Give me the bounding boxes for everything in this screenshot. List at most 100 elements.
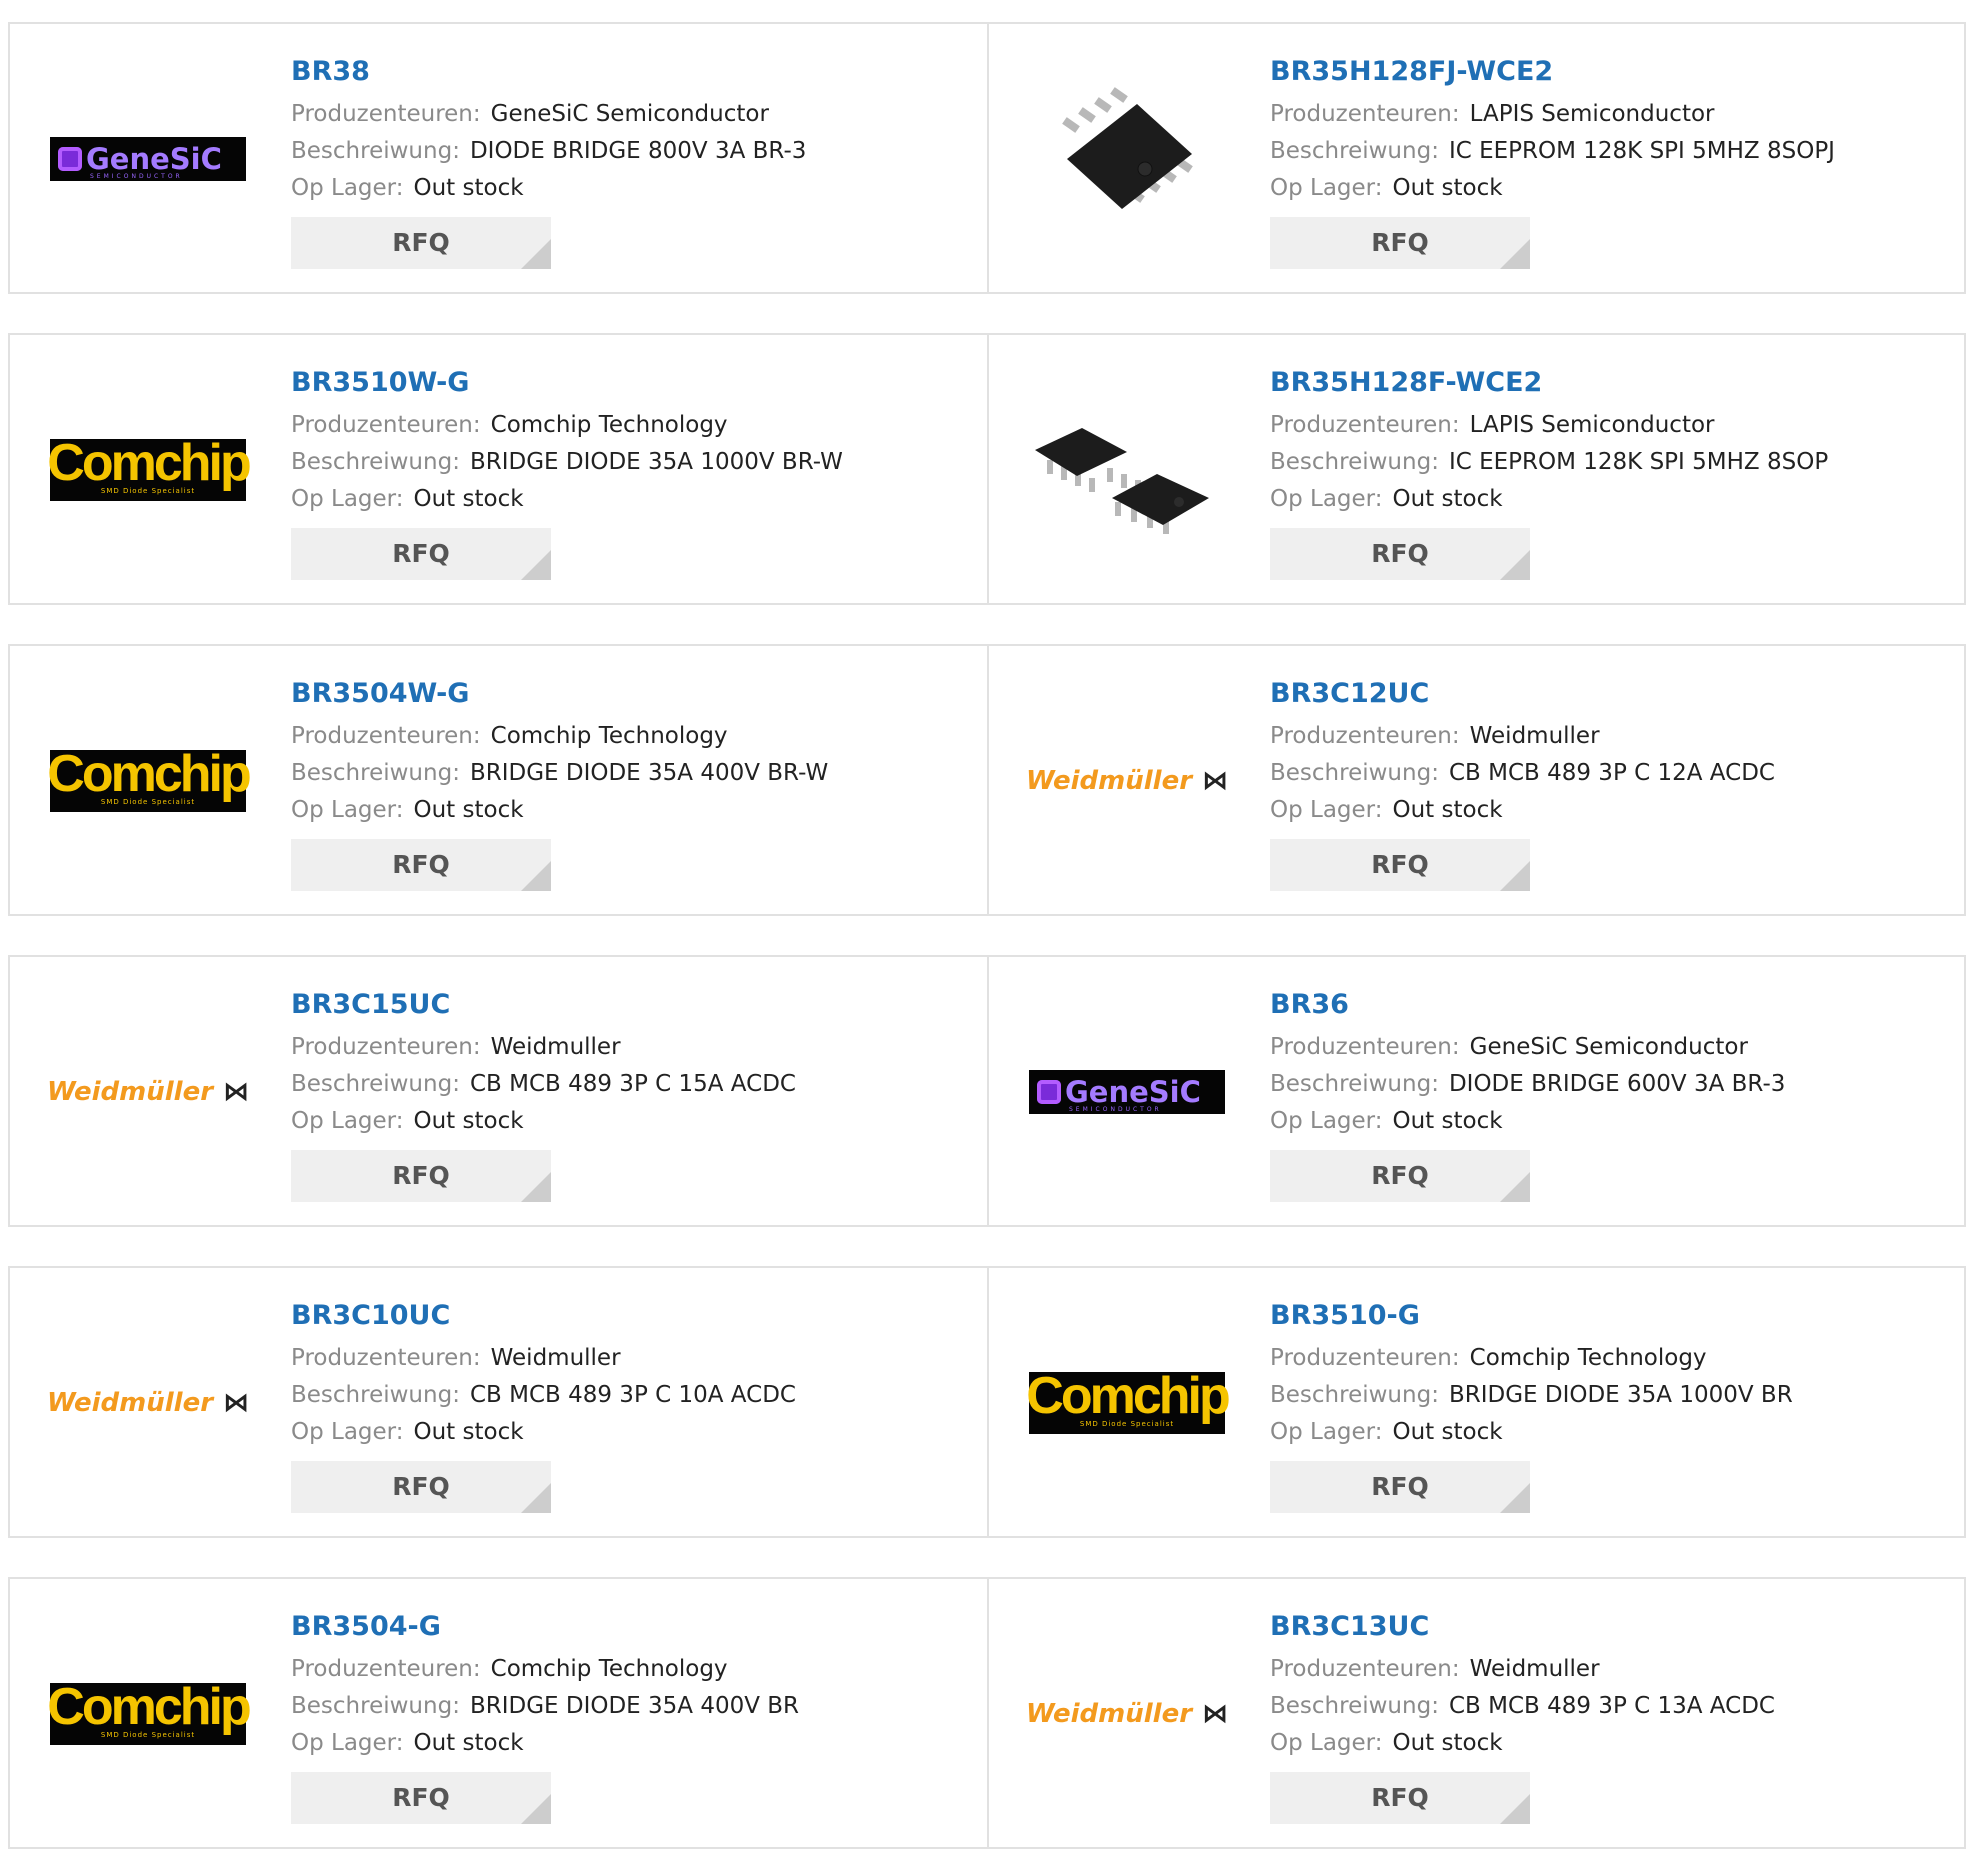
stock-value: Out stock (413, 797, 524, 823)
rfq-button[interactable]: RFQ (291, 1461, 551, 1513)
manufacturer-label: Produzenteuren: (1270, 723, 1460, 749)
rfq-corner-decoration (521, 1483, 551, 1513)
part-number-link[interactable]: BR35H128F-WCE2 (1270, 363, 1828, 403)
manufacturer-label: Produzenteuren: (291, 723, 481, 749)
manufacturer-logo[interactable]: Weidmüller ⋈ (1025, 1609, 1228, 1819)
rfq-label: RFQ (1371, 539, 1429, 568)
manufacturer-line: Produzenteuren: Weidmuller (1270, 718, 1775, 755)
stock-label: Op Lager: (291, 486, 404, 512)
product-card: Weidmüller ⋈ BR3C15UC Produzenteuren: Weid… (10, 957, 989, 1225)
rfq-corner-decoration (521, 550, 551, 580)
manufacturer-label: Produzenteuren: (1270, 1656, 1460, 1682)
rfq-button[interactable]: RFQ (1270, 528, 1530, 580)
comchip-logo-subtext: SMD Diode Specialist (1079, 1420, 1175, 1428)
rfq-label: RFQ (1371, 1472, 1429, 1501)
description-line: Beschreiwung: DIODE BRIDGE 800V 3A BR-3 (291, 133, 806, 170)
description-value: CB MCB 489 3P C 12A ACDC (1448, 760, 1775, 786)
part-number-link[interactable]: BR3C12UC (1270, 674, 1775, 714)
manufacturer-line: Produzenteuren: Comchip Technology (291, 1651, 799, 1688)
description-line: Beschreiwung: BRIDGE DIODE 35A 1000V BR (1270, 1377, 1793, 1414)
weidmuller-logo-text: Weidmüller (1025, 1699, 1193, 1729)
manufacturer-line: Produzenteuren: LAPIS Semiconductor (1270, 96, 1835, 133)
part-number-link[interactable]: BR3510W-G (291, 363, 843, 403)
manufacturer-logo[interactable]: GeneSiC SEMICONDUCTOR (1027, 987, 1227, 1197)
part-number-link[interactable]: BR3C15UC (291, 985, 796, 1025)
manufacturer-logo[interactable]: Weidmüller ⋈ (47, 1298, 249, 1508)
comchip-logo-text: Comchip (47, 434, 251, 492)
rfq-corner-decoration (521, 1172, 551, 1202)
ic-package-image (1027, 370, 1227, 570)
product-row: Weidmüller ⋈ BR3C10UC Produzenteuren: Weid… (8, 1266, 1966, 1538)
rfq-button[interactable]: RFQ (291, 528, 551, 580)
manufacturer-logo[interactable]: Weidmüller ⋈ (47, 987, 249, 1197)
stock-value: Out stock (1392, 1419, 1503, 1445)
part-number-link[interactable]: BR3C10UC (291, 1296, 796, 1336)
part-number-link[interactable]: BR3C13UC (1270, 1607, 1775, 1647)
part-number-link[interactable]: BR36 (1270, 985, 1785, 1025)
product-card: Weidmüller ⋈ BR3C10UC Produzenteuren: Weid… (10, 1268, 989, 1536)
comchip-logo-text: Comchip (47, 1678, 251, 1736)
product-card: Comchip SMD Diode Specialist BR3510-G Pro… (989, 1268, 1968, 1536)
manufacturer-logo[interactable]: Comchip SMD Diode Specialist (1026, 1298, 1231, 1508)
stock-label: Op Lager: (291, 1730, 404, 1756)
manufacturer-logo[interactable]: GeneSiC SEMICONDUCTOR (48, 54, 248, 264)
part-number-link[interactable]: BR38 (291, 52, 806, 92)
rfq-button[interactable]: RFQ (1270, 839, 1530, 891)
description-line: Beschreiwung: IC EEPROM 128K SPI 5MHZ 8SO… (1270, 133, 1835, 170)
manufacturer-value: Weidmuller (1469, 723, 1600, 749)
description-line: Beschreiwung: CB MCB 489 3P C 12A ACDC (1270, 755, 1775, 792)
manufacturer-logo[interactable]: Comchip SMD Diode Specialist (47, 1609, 252, 1819)
rfq-button[interactable]: RFQ (291, 839, 551, 891)
part-number-link[interactable]: BR35H128FJ-WCE2 (1270, 52, 1835, 92)
manufacturer-value: Weidmuller (490, 1345, 621, 1371)
stock-value: Out stock (1392, 486, 1503, 512)
part-number-link[interactable]: BR3504W-G (291, 674, 828, 714)
rfq-button[interactable]: RFQ (1270, 1461, 1530, 1513)
manufacturer-logo[interactable]: Comchip SMD Diode Specialist (47, 676, 252, 886)
product-info: BR3C15UC Produzenteuren: Weidmuller Besch… (291, 985, 796, 1202)
comchip-logo-subtext: SMD Diode Specialist (100, 487, 196, 495)
manufacturer-logo[interactable]: Weidmüller ⋈ (1026, 676, 1229, 886)
manufacturer-value: LAPIS Semiconductor (1469, 101, 1715, 127)
stock-line: Op Lager: Out stock (1270, 170, 1835, 207)
genesic-hex-icon (1037, 1080, 1061, 1104)
rfq-button[interactable]: RFQ (1270, 1772, 1530, 1824)
weidmuller-mark-icon: ⋈ (1202, 766, 1229, 796)
stock-label: Op Lager: (291, 797, 404, 823)
manufacturer-logo[interactable] (1027, 54, 1227, 264)
manufacturer-line: Produzenteuren: Weidmuller (291, 1340, 796, 1377)
product-list: GeneSiC SEMICONDUCTOR BR38 Produzenteuren… (0, 0, 1969, 1849)
manufacturer-value: Weidmuller (490, 1034, 621, 1060)
rfq-button[interactable]: RFQ (1270, 1150, 1530, 1202)
rfq-corner-decoration (521, 861, 551, 891)
description-value: IC EEPROM 128K SPI 5MHZ 8SOPJ (1448, 138, 1835, 164)
part-number-link[interactable]: BR3510-G (1270, 1296, 1793, 1336)
rfq-button[interactable]: RFQ (291, 217, 551, 269)
description-line: Beschreiwung: CB MCB 489 3P C 15A ACDC (291, 1066, 796, 1103)
rfq-button[interactable]: RFQ (291, 1772, 551, 1824)
manufacturer-value: Comchip Technology (490, 412, 728, 438)
manufacturer-label: Produzenteuren: (291, 1656, 481, 1682)
weidmuller-logo: Weidmüller ⋈ (47, 1388, 249, 1418)
description-line: Beschreiwung: IC EEPROM 128K SPI 5MHZ 8SO… (1270, 444, 1828, 481)
rfq-button[interactable]: RFQ (291, 1150, 551, 1202)
manufacturer-line: Produzenteuren: Comchip Technology (291, 718, 828, 755)
rfq-label: RFQ (392, 1783, 450, 1812)
rfq-corner-decoration (1500, 239, 1530, 269)
manufacturer-logo[interactable]: Comchip SMD Diode Specialist (47, 365, 252, 575)
stock-line: Op Lager: Out stock (291, 481, 843, 518)
product-card: BR35H128FJ-WCE2 Produzenteuren: LAPIS Sem… (989, 24, 1968, 292)
genesic-logo-text: GeneSiC (86, 142, 222, 176)
rfq-button[interactable]: RFQ (1270, 217, 1530, 269)
manufacturer-line: Produzenteuren: Weidmuller (291, 1029, 796, 1066)
stock-value: Out stock (413, 1730, 524, 1756)
product-info: BR3C10UC Produzenteuren: Weidmuller Besch… (291, 1296, 796, 1513)
part-number-link[interactable]: BR3504-G (291, 1607, 799, 1647)
genesic-hex-icon (58, 147, 82, 171)
comchip-logo-subtext: SMD Diode Specialist (100, 798, 196, 806)
ic-package-image (1027, 59, 1227, 259)
manufacturer-logo[interactable] (1027, 365, 1227, 575)
rfq-corner-decoration (521, 1794, 551, 1824)
stock-line: Op Lager: Out stock (1270, 792, 1775, 829)
description-label: Beschreiwung: (291, 1071, 460, 1097)
